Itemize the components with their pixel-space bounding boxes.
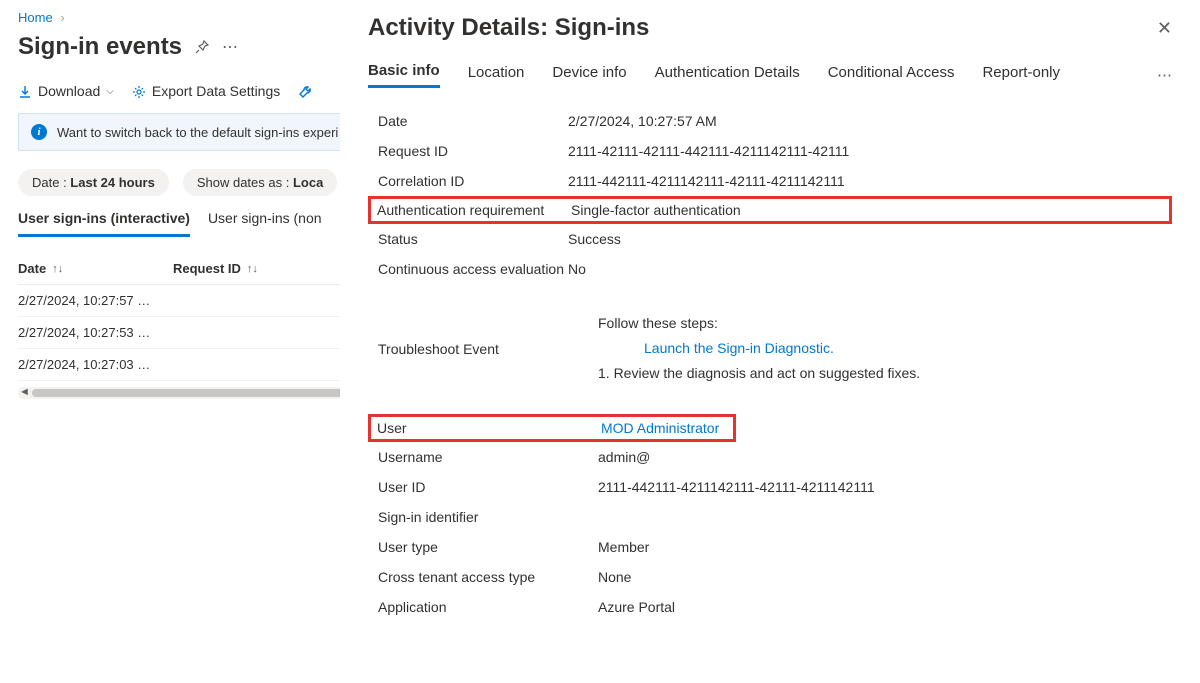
sort-icon: ↑↓ bbox=[52, 263, 63, 275]
kv-val: admin@ bbox=[598, 449, 1172, 465]
kv-request-id: Request ID 2111-42111-42111-442111-42111… bbox=[378, 136, 1172, 166]
kv-key: Correlation ID bbox=[378, 173, 568, 189]
kv-application: Application Azure Portal bbox=[378, 592, 1172, 622]
export-settings-button[interactable]: Export Data Settings bbox=[132, 83, 280, 99]
page-title: Sign-in events bbox=[18, 33, 182, 61]
tab-basic-info[interactable]: Basic info bbox=[368, 62, 440, 88]
info-icon: i bbox=[31, 124, 47, 140]
kv-username: Username admin@ bbox=[378, 442, 1172, 472]
horizontal-scrollbar[interactable]: ◄ bbox=[18, 387, 358, 399]
breadcrumb-home[interactable]: Home bbox=[18, 10, 53, 25]
kv-val: None bbox=[598, 569, 1172, 585]
kv-date: Date 2/27/2024, 10:27:57 AM bbox=[378, 106, 1172, 136]
kv-status: Status Success bbox=[378, 224, 1172, 254]
sort-icon: ↑↓ bbox=[247, 263, 258, 275]
kv-cae: Continuous access evaluation No bbox=[378, 254, 1172, 284]
export-label: Export Data Settings bbox=[152, 83, 280, 99]
kv-correlation-id: Correlation ID 2111-442111-4211142111-42… bbox=[378, 166, 1172, 196]
col-header-request[interactable]: Request ID ↑↓ bbox=[173, 261, 328, 276]
tab-interactive[interactable]: User sign-ins (interactive) bbox=[18, 210, 190, 237]
kv-user-id: User ID 2111-442111-4211142111-42111-421… bbox=[378, 472, 1172, 502]
kv-val: Single-factor authentication bbox=[571, 202, 741, 218]
info-banner-text: Want to switch back to the default sign-… bbox=[57, 125, 338, 140]
kv-val: 2/27/2024, 10:27:57 AM bbox=[568, 113, 1172, 129]
col-header-date[interactable]: Date ↑↓ bbox=[18, 261, 173, 276]
kv-key: Continuous access evaluation bbox=[378, 261, 568, 277]
troubleshoot-intro: Follow these steps: bbox=[598, 311, 1172, 336]
detail-title: Activity Details: Sign-ins bbox=[368, 14, 649, 42]
cell-date: 2/27/2024, 10:27:57 … bbox=[18, 293, 173, 308]
filter-date[interactable]: Date : Last 24 hours bbox=[18, 169, 169, 196]
user-link[interactable]: MOD Administrator bbox=[601, 420, 719, 436]
kv-key: User ID bbox=[378, 479, 598, 495]
wrench-icon bbox=[298, 83, 312, 99]
troubleshoot-button[interactable] bbox=[298, 83, 312, 99]
col-header-date-label: Date bbox=[18, 261, 46, 276]
kv-user: User MOD Administrator bbox=[368, 414, 1172, 442]
tab-noninteractive[interactable]: User sign-ins (non bbox=[208, 210, 322, 237]
kv-key: Status bbox=[378, 231, 568, 247]
kv-val: 2111-42111-42111-442111-4211142111-42111 bbox=[568, 143, 1172, 159]
detail-header: Activity Details: Sign-ins ✕ bbox=[368, 14, 1172, 42]
detail-tabs: Basic info Location Device info Authenti… bbox=[368, 62, 1172, 88]
kv-key: Date bbox=[378, 113, 568, 129]
close-icon[interactable]: ✕ bbox=[1157, 18, 1172, 39]
filter-show-label: Show dates as : bbox=[197, 175, 293, 190]
tab-device-info[interactable]: Device info bbox=[552, 64, 626, 87]
kv-key: Troubleshoot Event bbox=[378, 341, 598, 357]
more-icon[interactable]: ⋯ bbox=[222, 37, 238, 57]
download-label: Download bbox=[38, 83, 100, 99]
highlight-box: Authentication requirement Single-factor… bbox=[368, 196, 1172, 224]
kv-val: Success bbox=[568, 231, 1172, 247]
kv-key: Cross tenant access type bbox=[378, 569, 598, 585]
kv-signin-identifier: Sign-in identifier bbox=[378, 502, 1172, 532]
kv-troubleshoot: Troubleshoot Event Follow these steps: L… bbox=[378, 304, 1172, 394]
kv-key: Username bbox=[378, 449, 598, 465]
detail-panel: Activity Details: Sign-ins ✕ Basic info … bbox=[340, 0, 1200, 683]
cell-date: 2/27/2024, 10:27:03 … bbox=[18, 357, 173, 372]
troubleshoot-step1: 1. Review the diagnosis and act on sugge… bbox=[598, 361, 1172, 386]
kv-val: Member bbox=[598, 539, 1172, 555]
tab-conditional-access[interactable]: Conditional Access bbox=[828, 64, 955, 87]
scroll-thumb[interactable] bbox=[32, 389, 342, 397]
download-icon bbox=[18, 83, 32, 99]
filter-date-value: Last 24 hours bbox=[70, 175, 155, 190]
kv-val: 2111-442111-4211142111-42111-4211142111 bbox=[568, 173, 1172, 189]
more-icon[interactable]: ⋯ bbox=[1157, 66, 1172, 84]
kv-val: Azure Portal bbox=[598, 599, 1172, 615]
kv-key: User type bbox=[378, 539, 598, 555]
kv-auth-requirement: Authentication requirement Single-factor… bbox=[368, 196, 1172, 224]
filter-date-label: Date : bbox=[32, 175, 70, 190]
kv-cross-tenant: Cross tenant access type None bbox=[378, 562, 1172, 592]
kv-key: Authentication requirement bbox=[377, 202, 571, 218]
basic-info-section: Date 2/27/2024, 10:27:57 AM Request ID 2… bbox=[368, 106, 1172, 622]
kv-user-type: User type Member bbox=[378, 532, 1172, 562]
tab-report-only[interactable]: Report-only bbox=[982, 64, 1060, 87]
kv-key: User bbox=[377, 420, 601, 436]
col-header-request-label: Request ID bbox=[173, 261, 241, 276]
chevron-right-icon: › bbox=[60, 10, 64, 25]
highlight-box: User MOD Administrator bbox=[368, 414, 736, 442]
pin-icon[interactable] bbox=[194, 38, 210, 56]
chevron-down-icon: ⌵ bbox=[106, 86, 114, 97]
kv-key: Sign-in identifier bbox=[378, 509, 598, 525]
filter-show-value: Loca bbox=[293, 175, 323, 190]
download-button[interactable]: Download ⌵ bbox=[18, 83, 114, 99]
kv-val: 2111-442111-4211142111-42111-4211142111 bbox=[598, 479, 1172, 495]
kv-key: Application bbox=[378, 599, 598, 615]
tab-auth-details[interactable]: Authentication Details bbox=[655, 64, 800, 87]
gear-icon bbox=[132, 83, 146, 99]
troubleshoot-steps: Follow these steps: Launch the Sign-in D… bbox=[598, 311, 1172, 387]
tab-location[interactable]: Location bbox=[468, 64, 525, 87]
kv-val: No bbox=[568, 261, 1172, 277]
kv-key: Request ID bbox=[378, 143, 568, 159]
filter-show-dates[interactable]: Show dates as : Loca bbox=[183, 169, 337, 196]
scroll-left-icon[interactable]: ◄ bbox=[19, 386, 30, 398]
launch-diagnostic-link[interactable]: Launch the Sign-in Diagnostic. bbox=[644, 336, 834, 361]
cell-date: 2/27/2024, 10:27:53 … bbox=[18, 325, 173, 340]
